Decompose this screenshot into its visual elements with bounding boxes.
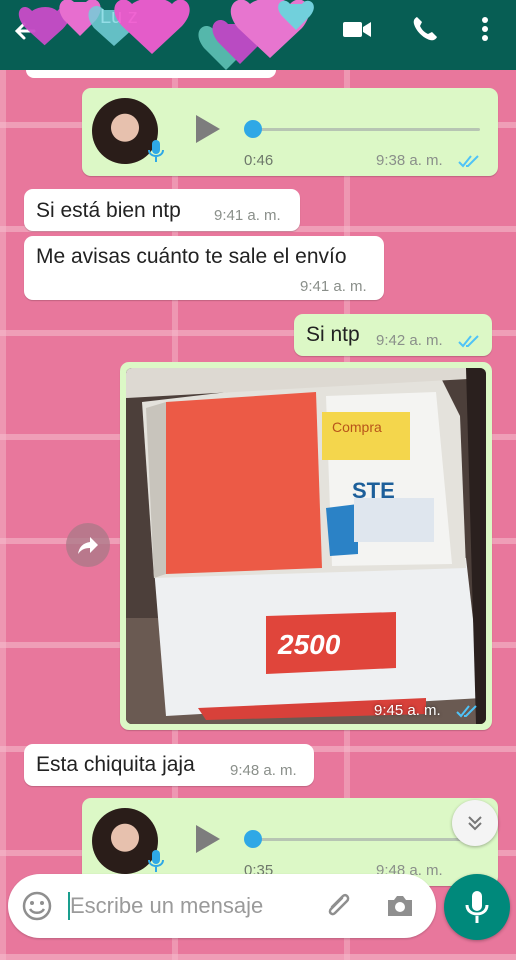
heart-stickers-overlay [18, 0, 314, 70]
read-ticks-icon [456, 705, 477, 718]
message-text: Si ntp [306, 323, 360, 346]
video-call-icon[interactable] [340, 12, 374, 46]
message-time: 9:48 a. m. [230, 762, 297, 779]
photo-brand-text: STE [352, 478, 395, 503]
message-time: 9:45 a. m. [374, 702, 441, 719]
mic-icon [148, 850, 164, 872]
phone-icon[interactable] [408, 12, 442, 46]
camera-icon[interactable] [384, 890, 416, 922]
message-time: 9:42 a. m. [376, 332, 443, 349]
message-text: Si está bien ntp [36, 199, 181, 222]
message-time: 9:38 a. m. [376, 152, 443, 169]
voice-record-button[interactable] [444, 874, 510, 940]
mic-icon [148, 140, 164, 162]
message-time: 9:41 a. m. [300, 278, 367, 295]
play-icon[interactable] [190, 112, 224, 146]
voice-message[interactable]: 0:46 9:38 a. m. [82, 88, 498, 176]
mic-icon [465, 891, 489, 923]
voice-progress-track[interactable] [252, 838, 480, 841]
voice-progress-track[interactable] [252, 128, 480, 131]
photo-model-text: 2500 [277, 629, 341, 660]
message-time: 9:41 a. m. [214, 207, 281, 224]
read-ticks-icon [458, 335, 479, 348]
message-text: Me avisas cuánto te sale el envío [36, 245, 347, 268]
incoming-message[interactable]: Si está bien ntp 9:41 a. m. [24, 189, 300, 231]
outgoing-message[interactable]: Si ntp 9:42 a. m. [294, 314, 492, 356]
double-chevron-down-icon [468, 816, 482, 831]
emoji-icon[interactable] [22, 891, 52, 921]
photo-label-compra: Compra [332, 419, 382, 435]
message-input[interactable]: Escribe un mensaje [70, 893, 263, 919]
message-text: Esta chiquita jaja [36, 753, 195, 776]
voice-duration: 0:46 [244, 152, 274, 169]
attach-icon[interactable] [322, 890, 354, 922]
forward-icon [78, 537, 98, 554]
voice-progress-knob[interactable] [244, 120, 262, 138]
incoming-message[interactable]: Me avisas cuánto te sale el envío 9:41 a… [24, 236, 384, 300]
photo[interactable]: Compra STE 2500 9:45 a. m. [126, 368, 486, 724]
forward-button[interactable] [66, 523, 110, 567]
read-ticks-icon [458, 155, 479, 168]
scroll-to-bottom-button[interactable] [452, 800, 498, 846]
play-icon[interactable] [190, 822, 224, 856]
voice-progress-knob[interactable] [244, 830, 262, 848]
voice-message[interactable]: 0:35 9:48 a. m. [82, 798, 498, 886]
message-input-bar[interactable]: Escribe un mensaje [8, 874, 436, 938]
box-photo-graphic: Compra STE 2500 [126, 368, 486, 724]
incoming-message[interactable]: Esta chiquita jaja 9:48 a. m. [24, 744, 314, 786]
more-options-icon[interactable] [468, 12, 502, 46]
